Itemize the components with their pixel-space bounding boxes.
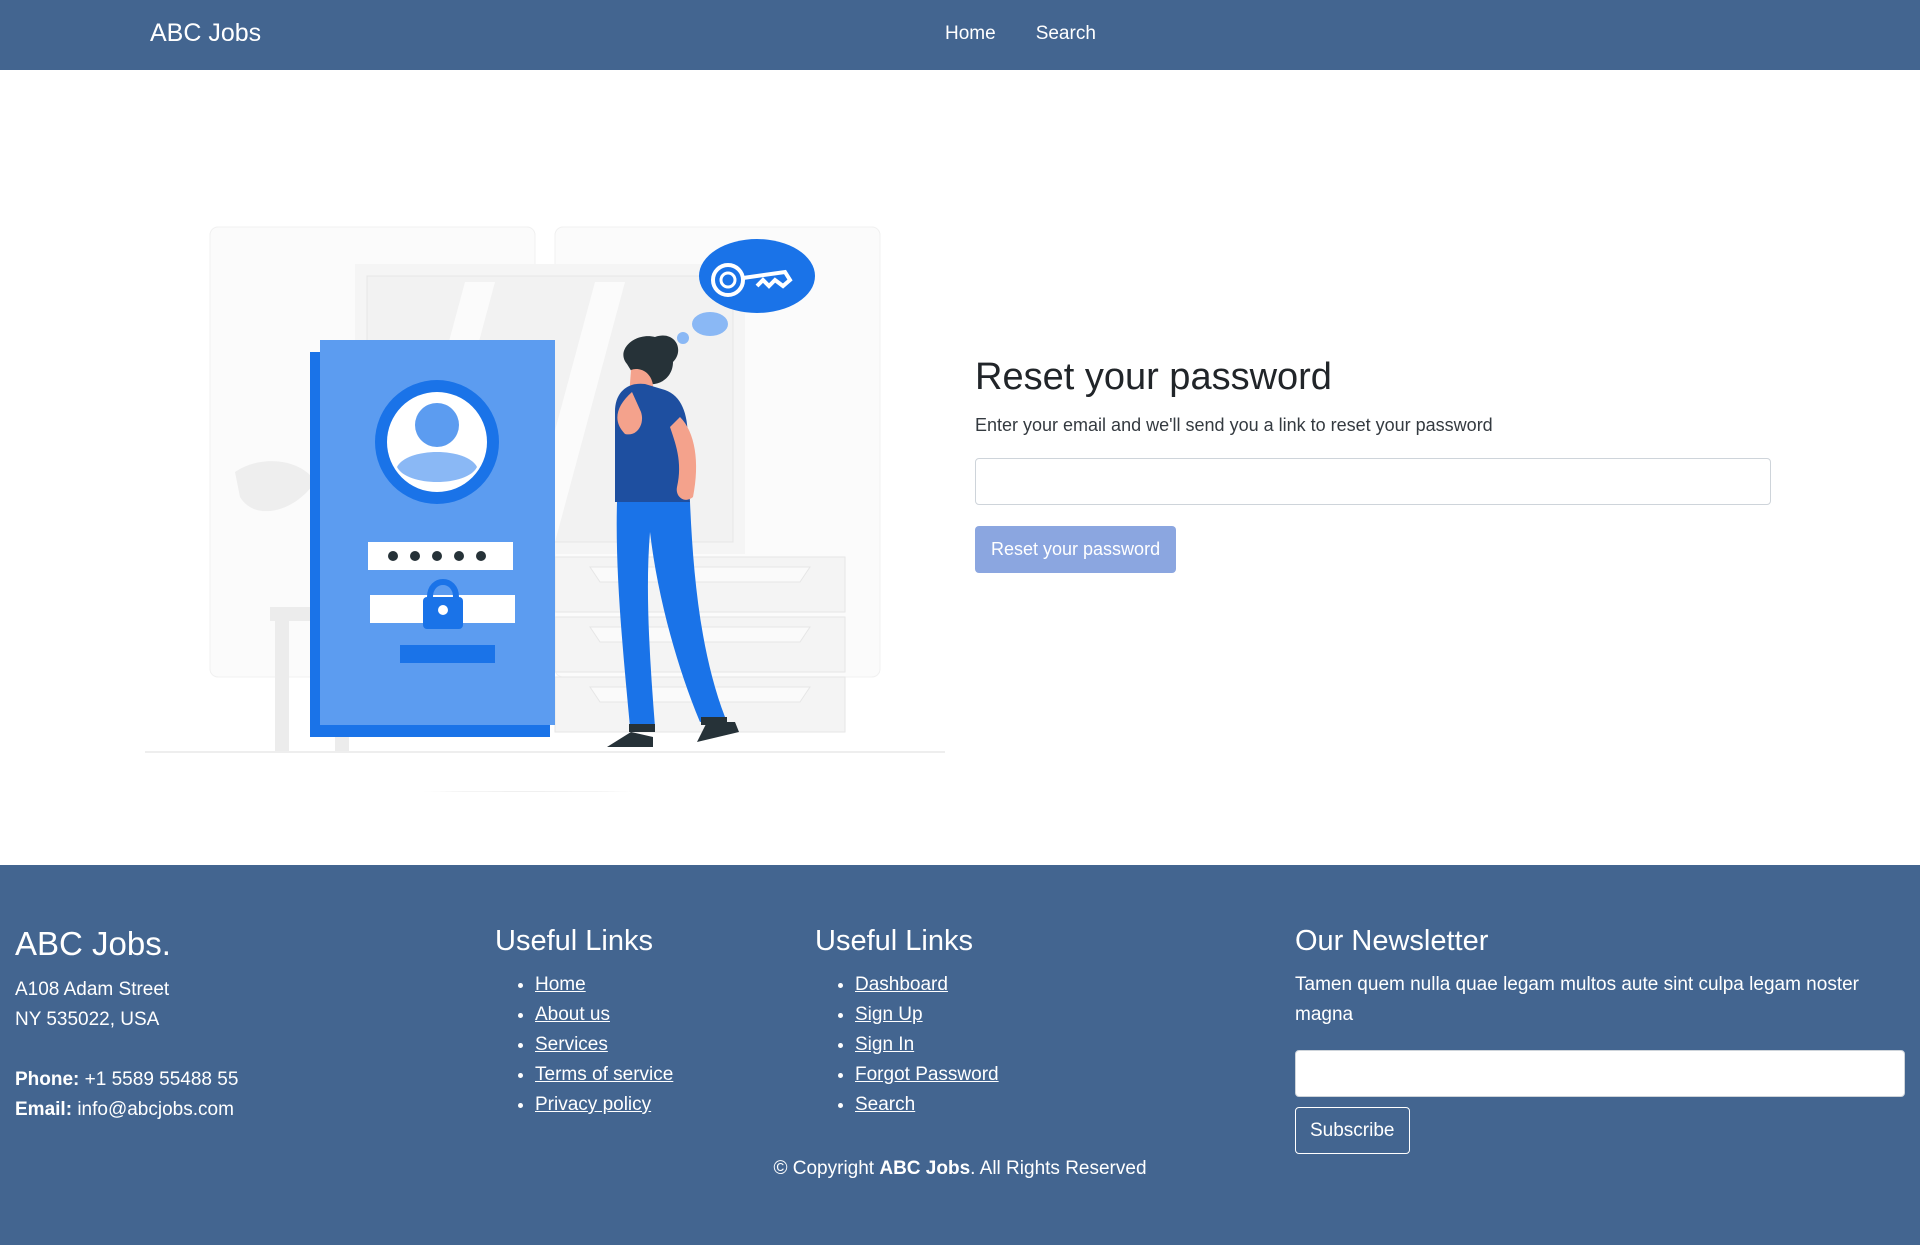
reset-password-illustration [145,226,945,792]
list-item: About us [535,1000,673,1030]
footer-brand: ABC Jobs. [15,925,171,962]
main-content: Reset your password Enter your email and… [0,70,1920,865]
list-item: Forgot Password [855,1060,999,1090]
list-item: Home [535,970,673,1000]
list-item: Privacy policy [535,1090,673,1120]
footer-link-sign-up[interactable]: Sign Up [855,1004,923,1025]
useful-links-list-2: Dashboard Sign Up Sign In Forgot Passwor… [815,970,999,1120]
phone-line: Phone: +1 5589 55488 55 [15,1065,238,1095]
phone-label: Phone: [15,1069,80,1090]
footer-address: A108 Adam Street NY 535022, USA [15,975,238,1035]
top-navbar: ABC Jobs Home Search [0,0,1920,70]
reset-instructions: Enter your email and we'll send you a li… [975,414,1493,435]
address-line-2: NY 535022, USA [15,1009,160,1030]
copyright-prefix: © Copyright [773,1158,880,1179]
footer-link-forgot-password[interactable]: Forgot Password [855,1064,999,1085]
list-item: Sign Up [855,1000,999,1030]
list-item: Search [855,1090,999,1120]
list-item: Dashboard [855,970,999,1000]
footer-link-about-us[interactable]: About us [535,1004,610,1025]
list-item: Services [535,1030,673,1060]
footer-link-privacy[interactable]: Privacy policy [535,1094,651,1115]
newsletter-email-field[interactable] [1295,1050,1905,1097]
subscribe-button[interactable]: Subscribe [1295,1107,1410,1154]
footer-useful-links-1: Useful Links Home About us Services Term… [495,925,673,1120]
useful-links-list-1: Home About us Services Terms of service … [495,970,673,1120]
page-title: Reset your password [975,356,1332,398]
footer-useful-links-2: Useful Links Dashboard Sign Up Sign In F… [815,925,999,1120]
footer-link-search[interactable]: Search [855,1094,915,1115]
email-label: Email: [15,1099,73,1120]
reset-password-form: Reset your password Enter your email and… [975,355,1775,573]
list-item: Sign In [855,1030,999,1060]
list-item: Terms of service [535,1060,673,1090]
copyright-brand: ABC Jobs [879,1158,971,1179]
newsletter-title: Our Newsletter [1295,925,1489,957]
useful-links-title-2: Useful Links [815,925,973,957]
site-footer: ABC Jobs. A108 Adam Street NY 535022, US… [0,865,1920,1245]
nav-link-search[interactable]: Search [1036,23,1096,45]
nav-links: Home Search [945,23,1096,45]
footer-newsletter: Our Newsletter Tamen quem nulla quae leg… [1295,925,1905,1154]
brand-logo-link[interactable]: ABC Jobs [150,19,261,48]
email-line: Email: info@abcjobs.com [15,1095,238,1125]
footer-link-terms[interactable]: Terms of service [535,1064,673,1085]
footer-link-services[interactable]: Services [535,1034,608,1055]
nav-link-home[interactable]: Home [945,23,996,45]
phone-value: +1 5589 55488 55 [84,1069,239,1090]
footer-link-dashboard[interactable]: Dashboard [855,974,948,995]
email-field[interactable] [975,457,1771,505]
footer-link-sign-in[interactable]: Sign In [855,1034,914,1055]
newsletter-text: Tamen quem nulla quae legam multos aute … [1295,974,1859,1025]
email-value: info@abcjobs.com [77,1099,234,1120]
footer-link-home[interactable]: Home [535,974,586,995]
copyright-suffix: . All Rights Reserved [970,1158,1147,1179]
reset-password-button[interactable]: Reset your password [975,525,1177,573]
address-line-1: A108 Adam Street [15,979,170,1000]
useful-links-title-1: Useful Links [495,925,653,957]
copyright: © Copyright ABC Jobs. All Rights Reserve… [0,1158,1920,1180]
footer-contacts: Phone: +1 5589 55488 55 Email: info@abcj… [15,1065,238,1125]
footer-about: ABC Jobs. A108 Adam Street NY 535022, US… [15,925,238,1125]
